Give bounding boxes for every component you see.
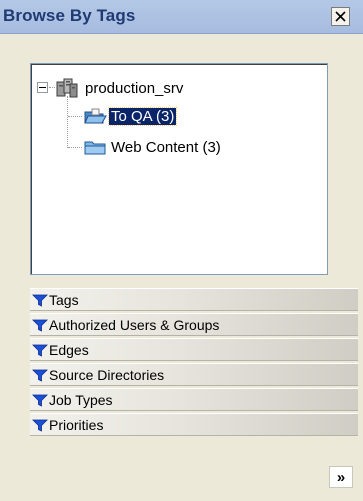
- close-button[interactable]: [331, 7, 350, 26]
- tag-tree[interactable]: production_srv To QA (3) Web Content (3): [30, 63, 328, 275]
- category-label: Job Types: [49, 391, 113, 408]
- category-label: Priorities: [49, 416, 104, 433]
- open-folder-icon: [84, 108, 107, 124]
- filter-icon: [32, 294, 48, 307]
- panel-title: Browse By Tags: [3, 6, 136, 25]
- tree-node-root[interactable]: production_srv: [55, 77, 183, 99]
- tree-node-label: To QA (3): [107, 106, 178, 126]
- filter-icon: [32, 394, 48, 407]
- category-tags[interactable]: Tags: [30, 288, 358, 311]
- filter-icon: [32, 369, 48, 382]
- category-job-types[interactable]: Job Types: [30, 388, 358, 411]
- category-label: Tags: [49, 291, 79, 308]
- filter-icon: [32, 344, 48, 357]
- category-label: Authorized Users & Groups: [49, 316, 220, 333]
- tree-node-to-qa[interactable]: To QA (3): [83, 106, 178, 126]
- category-edges[interactable]: Edges: [30, 338, 358, 361]
- filter-icon: [32, 319, 48, 332]
- category-bars: Tags Authorized Users & Groups Edges Sou…: [30, 288, 358, 438]
- collapse-toggle[interactable]: [37, 82, 48, 93]
- category-priorities[interactable]: Priorities: [30, 413, 358, 436]
- server-icon: [56, 78, 78, 98]
- category-source-directories[interactable]: Source Directories: [30, 363, 358, 386]
- panel-title-bar: Browse By Tags: [0, 0, 363, 34]
- close-icon: [335, 11, 346, 22]
- filter-icon: [32, 419, 48, 432]
- more-categories-button[interactable]: »: [329, 466, 353, 488]
- category-label: Edges: [49, 341, 89, 358]
- folder-icon: [84, 141, 106, 155]
- double-chevron-right-icon: »: [336, 468, 346, 486]
- browse-by-tags-panel: Browse By Tags production_srv To QA (3) …: [0, 0, 363, 501]
- category-label: Source Directories: [49, 366, 165, 383]
- tree-node-web-content[interactable]: Web Content (3): [83, 137, 221, 157]
- tree-node-label: Web Content (3): [111, 138, 221, 156]
- category-authorized-users-groups[interactable]: Authorized Users & Groups: [30, 313, 358, 336]
- tree-node-label: production_srv: [85, 79, 184, 97]
